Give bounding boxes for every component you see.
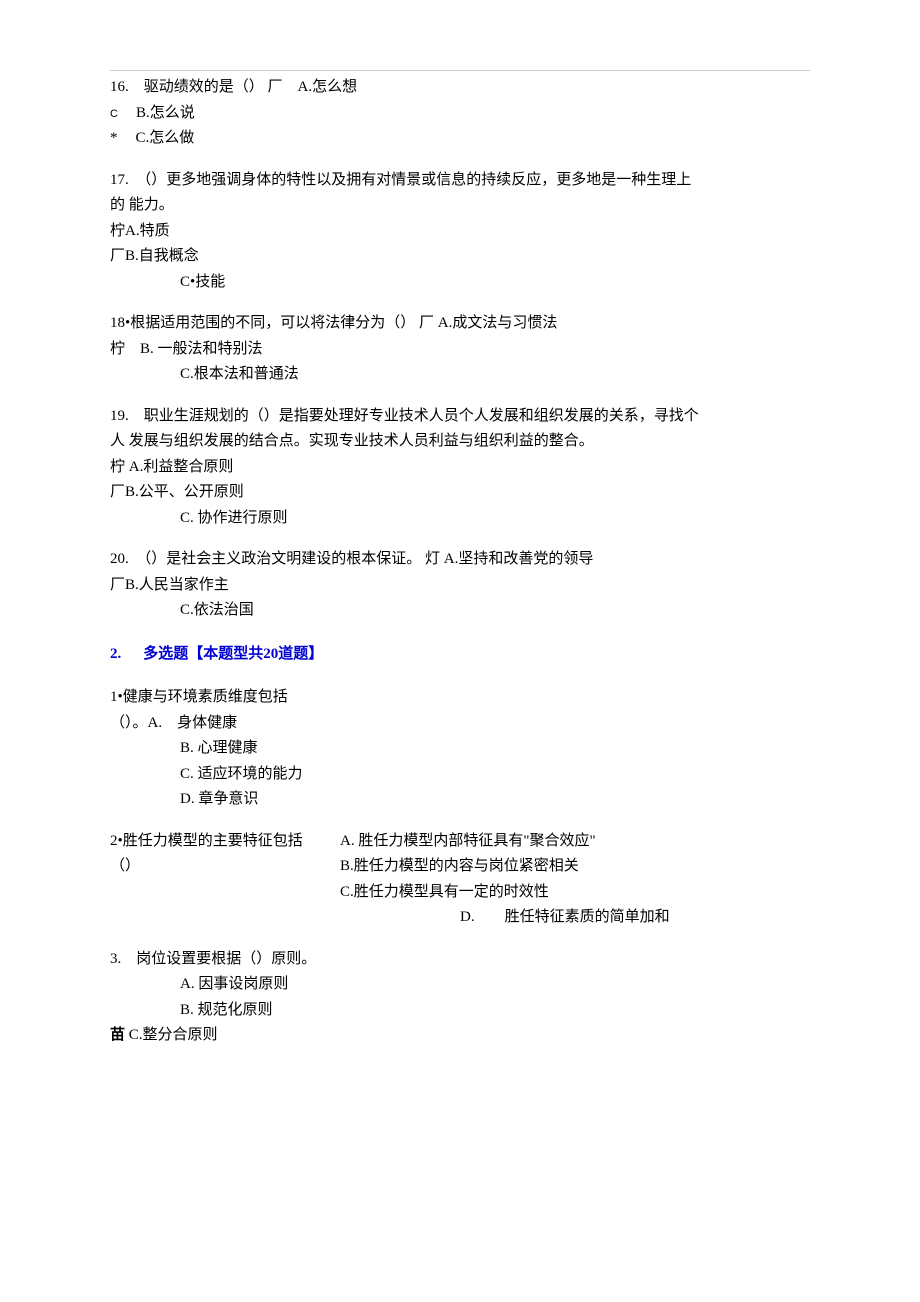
q16-option-c: * C.怎么做 bbox=[110, 126, 810, 152]
mq3-option-a: A. 因事设岗原则 bbox=[180, 972, 810, 998]
q16-option-b: C B.怎么说 bbox=[110, 101, 810, 127]
q19-stem-line2: 人 发展与组织发展的结合点。实现专业技术人员利益与组织利益的整合。 bbox=[110, 429, 810, 455]
q19-stem-line1: 19. 职业生涯规划的（）是指要处理好专业技术人员个人发展和组织发展的关系，寻找… bbox=[110, 404, 810, 430]
q19-option-b: 厂B.公平、公开原则 bbox=[110, 480, 810, 506]
q16-c-marker: * bbox=[110, 130, 118, 146]
mq3-c-marker: 苗 bbox=[110, 1027, 129, 1043]
mq2-d-text: 胜任特征素质的简单加和 bbox=[505, 909, 670, 925]
mq3-c-text: C.整分合原则 bbox=[129, 1027, 218, 1043]
q17-option-c: C•技能 bbox=[180, 270, 810, 296]
section-2-number: 2. bbox=[110, 646, 121, 662]
q18-stem: 18•根据适用范围的不同，可以将法律分为（） 厂 A.成文法与习惯法 bbox=[110, 311, 810, 337]
mq2-option-c: C.胜任力模型具有一定的时效性 bbox=[340, 880, 810, 906]
mq1-stem-line1: 1•健康与环境素质维度包括 bbox=[110, 685, 810, 711]
q20-option-c: C.依法治国 bbox=[180, 598, 810, 624]
multi-question-2: 2•胜任力模型的主要特征包括 （） A. 胜任力模型内部特征具有"聚合效应" B… bbox=[110, 829, 810, 931]
multi-question-3: 3. 岗位设置要根据（）原则。 A. 因事设岗原则 B. 规范化原则 苗 C.整… bbox=[110, 947, 810, 1049]
mq3-stem: 3. 岗位设置要根据（）原则。 bbox=[110, 947, 810, 973]
q17-stem-line1: 17. （）更多地强调身体的特性以及拥有对情景或信息的持续反应，更多地是一种生理… bbox=[110, 168, 810, 194]
q16-stem: 16. 驱动绩效的是（） 厂 A.怎么想 bbox=[110, 75, 810, 101]
section-2-heading: 2. 多选题【本题型共20道题】 bbox=[110, 642, 810, 668]
multi-question-1: 1•健康与环境素质维度包括 （）。A. 身体健康 B. 心理健康 C. 适应环境… bbox=[110, 685, 810, 813]
q16-b-marker: C bbox=[110, 108, 118, 120]
q18-option-c: C.根本法和普通法 bbox=[180, 362, 810, 388]
mq3-option-c: 苗 C.整分合原则 bbox=[110, 1023, 810, 1049]
mq1-option-c: C. 适应环境的能力 bbox=[180, 762, 810, 788]
q19-option-a: 柠 A.利益整合原则 bbox=[110, 455, 810, 481]
mq1-option-b: B. 心理健康 bbox=[180, 736, 810, 762]
q20-option-b: 厂B.人民当家作主 bbox=[110, 573, 810, 599]
mq3-option-b: B. 规范化原则 bbox=[180, 998, 810, 1024]
document-page: 16. 驱动绩效的是（） 厂 A.怎么想 C B.怎么说 * C.怎么做 17. （… bbox=[0, 0, 920, 1302]
q16-c-text: C.怎么做 bbox=[136, 130, 195, 146]
question-19: 19. 职业生涯规划的（）是指要处理好专业技术人员个人发展和组织发展的关系，寻找… bbox=[110, 404, 810, 532]
mq2-stem-line1: 2•胜任力模型的主要特征包括 bbox=[110, 829, 340, 855]
q17-option-b: 厂B.自我概念 bbox=[110, 244, 810, 270]
mq2-option-b: B.胜任力模型的内容与岗位紧密相关 bbox=[340, 854, 810, 880]
mq2-option-a: A. 胜任力模型内部特征具有"聚合效应" bbox=[340, 829, 810, 855]
q18-option-b: 柠 B. 一般法和特别法 bbox=[110, 337, 810, 363]
question-18: 18•根据适用范围的不同，可以将法律分为（） 厂 A.成文法与习惯法 柠 B. … bbox=[110, 311, 810, 388]
mq1-stem-line2: （）。A. 身体健康 bbox=[110, 711, 810, 737]
q16-b-text: B.怎么说 bbox=[136, 105, 195, 121]
mq2-d-label: D. bbox=[460, 909, 475, 925]
question-16: 16. 驱动绩效的是（） 厂 A.怎么想 C B.怎么说 * C.怎么做 bbox=[110, 75, 810, 152]
q17-stem-line2: 的 能力。 bbox=[110, 193, 810, 219]
mq2-stem-line2: （） bbox=[110, 854, 340, 880]
mq2-option-d: D. 胜任特征素质的简单加和 bbox=[460, 905, 810, 931]
section-2-title: 多选题【本题型共20道题】 bbox=[143, 646, 323, 662]
q20-stem: 20. （）是社会主义政治文明建设的根本保证。 灯 A.坚持和改善党的领导 bbox=[110, 547, 810, 573]
q19-option-c: C. 协作进行原则 bbox=[180, 506, 810, 532]
question-17: 17. （）更多地强调身体的特性以及拥有对情景或信息的持续反应，更多地是一种生理… bbox=[110, 168, 810, 296]
question-20: 20. （）是社会主义政治文明建设的根本保证。 灯 A.坚持和改善党的领导 厂B… bbox=[110, 547, 810, 624]
q17-option-a: 柠A.特质 bbox=[110, 219, 810, 245]
mq1-option-d: D. 章争意识 bbox=[180, 787, 810, 813]
top-rule bbox=[110, 70, 810, 71]
